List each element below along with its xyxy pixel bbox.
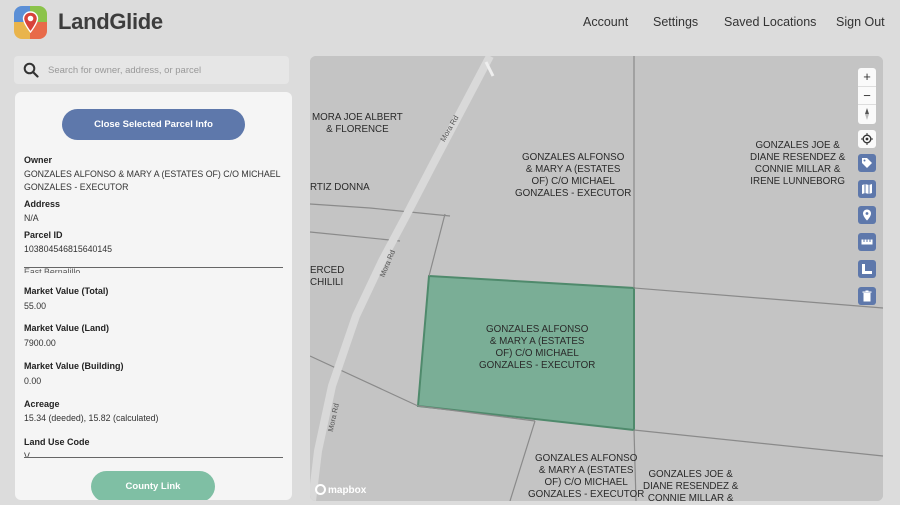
parcel-label-text: GONZALES JOE & DIANE RESENDEZ & CONNIE M… bbox=[750, 140, 846, 187]
pin-button[interactable] bbox=[858, 206, 876, 224]
landglide-logo-icon[interactable] bbox=[14, 6, 47, 39]
close-parcel-info-button[interactable]: Close Selected Parcel Info bbox=[62, 109, 245, 140]
clipped-field-value: East Bernalillo bbox=[24, 268, 81, 273]
zoom-out-button[interactable]: − bbox=[858, 87, 876, 106]
owner-label: Owner bbox=[24, 155, 53, 165]
measure-area-button[interactable] bbox=[858, 260, 876, 278]
parcel-id-label: Parcel ID bbox=[24, 230, 63, 240]
acreage-label: Acreage bbox=[24, 399, 60, 409]
tag-button[interactable] bbox=[858, 154, 876, 172]
locate-button[interactable] bbox=[858, 130, 876, 148]
attribution-text: mapbox bbox=[328, 485, 367, 496]
parcel-label-text: GONZALES ALFONSO & MARY A (ESTATES OF) C… bbox=[515, 152, 632, 199]
map-icon bbox=[862, 184, 872, 194]
compass-icon bbox=[865, 108, 869, 121]
location-pin-icon bbox=[863, 209, 871, 221]
map-layers-button[interactable] bbox=[858, 180, 876, 198]
parcel-label-gonzales-selected: GONZALES ALFONSO & MARY A (ESTATES OF) C… bbox=[479, 324, 595, 372]
market-value-land-label: Market Value (Land) bbox=[24, 323, 110, 333]
parcel-label-text: RTIZ DONNA bbox=[310, 182, 370, 193]
compass-button[interactable] bbox=[858, 105, 876, 124]
market-value-total-label: Market Value (Total) bbox=[24, 286, 109, 296]
nav-sign-out[interactable]: Sign Out bbox=[836, 15, 885, 29]
parcel-label-gonzales-bottom: GONZALES ALFONSO & MARY A (ESTATES OF) C… bbox=[528, 453, 644, 501]
parcel-label-ortiz: RTIZ DONNA bbox=[310, 182, 370, 194]
county-link-button[interactable]: County Link bbox=[91, 471, 215, 500]
ruler-icon bbox=[861, 239, 873, 245]
tag-icon bbox=[862, 158, 872, 168]
divider bbox=[24, 457, 283, 458]
parcel-label-gonzales-joe-bottom: GONZALES JOE & DIANE RESENDEZ & CONNIE M… bbox=[643, 469, 738, 501]
parcel-label-mora-albert: MORA JOE ALBERT & FLORENCE bbox=[312, 112, 403, 136]
nav-settings[interactable]: Settings bbox=[653, 15, 698, 29]
parcel-label-text: GONZALES JOE & DIANE RESENDEZ & CONNIE M… bbox=[643, 469, 739, 501]
app-name: LandGlide bbox=[58, 9, 163, 34]
top-bar: LandGlide Account Settings Saved Locatio… bbox=[0, 0, 900, 46]
trash-icon bbox=[862, 290, 872, 302]
land-use-code-label: Land Use Code bbox=[24, 437, 90, 447]
zoom-in-button[interactable]: + bbox=[858, 68, 876, 87]
search-input[interactable] bbox=[48, 60, 283, 80]
parcel-label-gonzales-joe-top: GONZALES JOE & DIANE RESENDEZ & CONNIE M… bbox=[750, 140, 845, 188]
zoom-controls: + − bbox=[858, 68, 876, 124]
acreage-value: 15.34 (deeded), 15.82 (calculated) bbox=[24, 413, 159, 423]
market-value-building-value: 0.00 bbox=[24, 376, 42, 386]
angle-ruler-icon bbox=[862, 264, 872, 274]
address-value: N/A bbox=[24, 213, 39, 223]
parcel-label-text: GONZALES ALFONSO & MARY A (ESTATES OF) C… bbox=[528, 453, 645, 500]
land-use-code-value: V bbox=[24, 451, 30, 457]
parcel-label-text: MORA JOE ALBERT & FLORENCE bbox=[312, 112, 403, 135]
owner-value: GONZALES ALFONSO & MARY A (ESTATES OF) C… bbox=[24, 169, 281, 192]
market-value-total-value: 55.00 bbox=[24, 301, 47, 311]
parcel-label-merced: ERCED CHILILI bbox=[310, 265, 344, 289]
address-label: Address bbox=[24, 199, 61, 209]
search-bar bbox=[14, 56, 289, 84]
parcel-id-value: 103804546815640145 bbox=[24, 244, 113, 254]
parcel-label-gonzales-top: GONZALES ALFONSO & MARY A (ESTATES OF) C… bbox=[515, 152, 631, 200]
search-icon bbox=[23, 62, 39, 78]
nav-account[interactable]: Account bbox=[583, 15, 628, 29]
mapbox-attribution[interactable]: mapbox bbox=[315, 484, 366, 496]
parcel-label-text: GONZALES ALFONSO & MARY A (ESTATES OF) C… bbox=[479, 324, 596, 371]
mapbox-logo-icon bbox=[315, 484, 326, 495]
parcel-info-panel: Close Selected Parcel Info Owner GONZALE… bbox=[15, 92, 292, 500]
measure-distance-button[interactable] bbox=[858, 233, 876, 251]
market-value-building-label: Market Value (Building) bbox=[24, 361, 124, 371]
map-view[interactable]: MORA JOE ALBERT & FLORENCE GONZALES ALFO… bbox=[310, 56, 883, 501]
nav-saved-locations[interactable]: Saved Locations bbox=[724, 15, 816, 29]
parcel-label-text: ERCED CHILILI bbox=[310, 265, 345, 288]
market-value-land-value: 7900.00 bbox=[24, 338, 56, 348]
crosshair-icon bbox=[861, 133, 873, 145]
delete-button[interactable] bbox=[858, 287, 876, 305]
